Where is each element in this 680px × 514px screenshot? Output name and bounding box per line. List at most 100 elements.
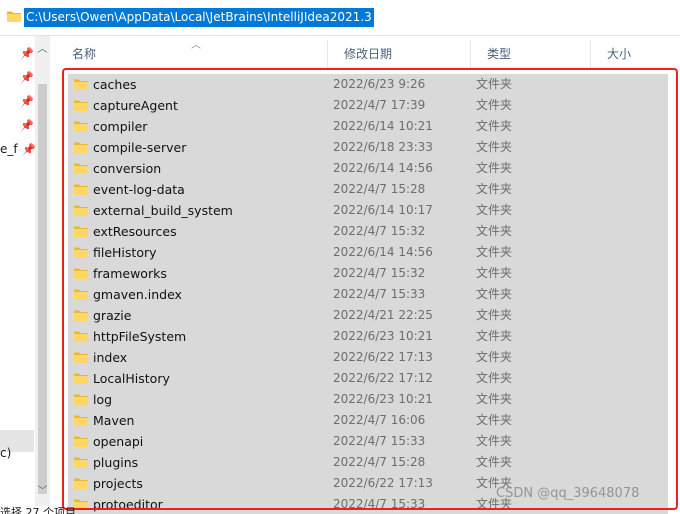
file-name: compile-server <box>93 140 187 155</box>
file-date: 2022/4/7 15:32 <box>333 224 426 238</box>
file-date: 2022/6/23 9:26 <box>333 77 426 91</box>
folder-icon <box>74 414 88 426</box>
column-type[interactable]: 类型 <box>471 40 591 68</box>
file-name: httpFileSystem <box>93 329 187 344</box>
file-row[interactable]: openapi 2022/4/7 15:33 文件夹 <box>68 431 668 452</box>
file-row[interactable]: frameworks 2022/4/7 15:32 文件夹 <box>68 263 668 284</box>
file-name: conversion <box>93 161 162 176</box>
file-name: compiler <box>93 119 148 134</box>
file-type: 文件夹 <box>476 266 513 280</box>
file-date: 2022/6/22 17:13 <box>333 476 433 490</box>
watermark: CSDN @qq_39648078 <box>496 486 640 501</box>
pin-icon[interactable]: 📌 <box>20 120 34 132</box>
file-type: 文件夹 <box>476 413 513 427</box>
folder-icon <box>74 246 88 258</box>
pin-icon[interactable]: 📌 <box>20 96 34 108</box>
file-type: 文件夹 <box>476 224 513 238</box>
file-name: log <box>93 392 113 407</box>
folder-icon <box>74 267 88 279</box>
folder-icon <box>74 372 88 384</box>
file-date: 2022/4/7 15:33 <box>333 287 426 301</box>
file-type: 文件夹 <box>476 77 513 91</box>
folder-icon <box>74 78 88 90</box>
status-text: 选择 27 个项目 <box>0 506 76 514</box>
file-row[interactable]: extResources 2022/4/7 15:32 文件夹 <box>68 221 668 242</box>
folder-icon <box>74 99 88 111</box>
file-date: 2022/6/23 10:21 <box>333 329 433 343</box>
column-size[interactable]: 大小 <box>591 40 680 68</box>
file-row[interactable]: compile-server 2022/6/18 23:33 文件夹 <box>68 137 668 158</box>
file-date: 2022/4/7 15:28 <box>333 455 426 469</box>
folder-icon <box>74 456 88 468</box>
file-name: caches <box>93 77 137 92</box>
file-type: 文件夹 <box>476 182 513 196</box>
folder-icon <box>74 120 88 132</box>
file-date: 2022/6/18 23:33 <box>333 140 433 154</box>
file-row[interactable]: compiler 2022/6/14 10:21 文件夹 <box>68 116 668 137</box>
file-type: 文件夹 <box>476 287 513 301</box>
file-name: projects <box>93 476 143 491</box>
file-row[interactable]: LocalHistory 2022/6/22 17:12 文件夹 <box>68 368 668 389</box>
file-row[interactable]: conversion 2022/6/14 14:56 文件夹 <box>68 158 668 179</box>
file-name: event-log-data <box>93 182 185 197</box>
pin-icon[interactable]: 📌 <box>22 144 36 156</box>
file-name: index <box>93 350 128 365</box>
file-row[interactable]: fileHistory 2022/6/14 14:56 文件夹 <box>68 242 668 263</box>
file-date: 2022/4/7 15:33 <box>333 434 426 448</box>
scroll-up-icon[interactable]: ︿ <box>35 42 50 58</box>
file-type: 文件夹 <box>476 455 513 469</box>
nav-item-label[interactable]: c) <box>0 446 11 460</box>
file-type: 文件夹 <box>476 371 513 385</box>
file-name: gmaven.index <box>93 287 182 302</box>
column-name[interactable]: 名称 <box>56 40 328 68</box>
file-name: grazie <box>93 308 132 323</box>
file-row[interactable]: Maven 2022/4/7 16:06 文件夹 <box>68 410 668 431</box>
file-type: 文件夹 <box>476 161 513 175</box>
file-row[interactable]: external_build_system 2022/6/14 10:17 文件夹 <box>68 200 668 221</box>
file-type: 文件夹 <box>476 434 513 448</box>
file-row[interactable]: httpFileSystem 2022/6/23 10:21 文件夹 <box>68 326 668 347</box>
file-row[interactable]: caches 2022/6/23 9:26 文件夹 <box>68 74 668 95</box>
folder-icon <box>74 288 88 300</box>
folder-icon <box>74 141 88 153</box>
file-row[interactable]: captureAgent 2022/4/7 17:39 文件夹 <box>68 95 668 116</box>
file-date: 2022/4/7 15:33 <box>333 497 426 511</box>
file-name: captureAgent <box>93 98 178 113</box>
folder-icon <box>74 330 88 342</box>
pin-icon[interactable]: 📌 <box>20 72 34 84</box>
address-bar[interactable]: C:\Users\Owen\AppData\Local\JetBrains\In… <box>0 0 680 36</box>
file-date: 2022/6/22 17:13 <box>333 350 433 364</box>
file-name: external_build_system <box>93 203 233 218</box>
file-type: 文件夹 <box>476 245 513 259</box>
file-name: Maven <box>93 413 135 428</box>
file-date: 2022/4/7 17:39 <box>333 98 426 112</box>
folder-icon <box>74 498 88 510</box>
address-path-input[interactable]: C:\Users\Owen\AppData\Local\JetBrains\In… <box>24 8 374 27</box>
file-type: 文件夹 <box>476 140 513 154</box>
nav-scrollbar[interactable]: ︿ ﹀ <box>35 36 50 506</box>
file-type: 文件夹 <box>476 203 513 217</box>
file-name: protoeditor <box>93 497 163 512</box>
nav-item-label[interactable]: e_f <box>0 142 18 156</box>
folder-icon <box>74 183 88 195</box>
file-row[interactable]: log 2022/6/23 10:21 文件夹 <box>68 389 668 410</box>
file-type: 文件夹 <box>476 98 513 112</box>
pin-icon[interactable]: 📌 <box>20 48 34 60</box>
file-type: 文件夹 <box>476 329 513 343</box>
folder-icon <box>74 393 88 405</box>
file-row[interactable]: gmaven.index 2022/4/7 15:33 文件夹 <box>68 284 668 305</box>
scroll-down-icon[interactable]: ﹀ <box>35 484 50 500</box>
scrollbar-thumb[interactable] <box>38 84 47 494</box>
folder-icon <box>74 162 88 174</box>
file-row[interactable]: index 2022/6/22 17:13 文件夹 <box>68 347 668 368</box>
folder-icon <box>74 351 88 363</box>
file-date: 2022/6/23 10:21 <box>333 392 433 406</box>
file-type: 文件夹 <box>476 392 513 406</box>
file-name: frameworks <box>93 266 167 281</box>
file-date: 2022/6/14 14:56 <box>333 161 433 175</box>
file-date: 2022/4/7 16:06 <box>333 413 426 427</box>
file-row[interactable]: grazie 2022/4/21 22:25 文件夹 <box>68 305 668 326</box>
column-date[interactable]: 修改日期 <box>328 40 471 68</box>
file-row[interactable]: plugins 2022/4/7 15:28 文件夹 <box>68 452 668 473</box>
file-row[interactable]: event-log-data 2022/4/7 15:28 文件夹 <box>68 179 668 200</box>
